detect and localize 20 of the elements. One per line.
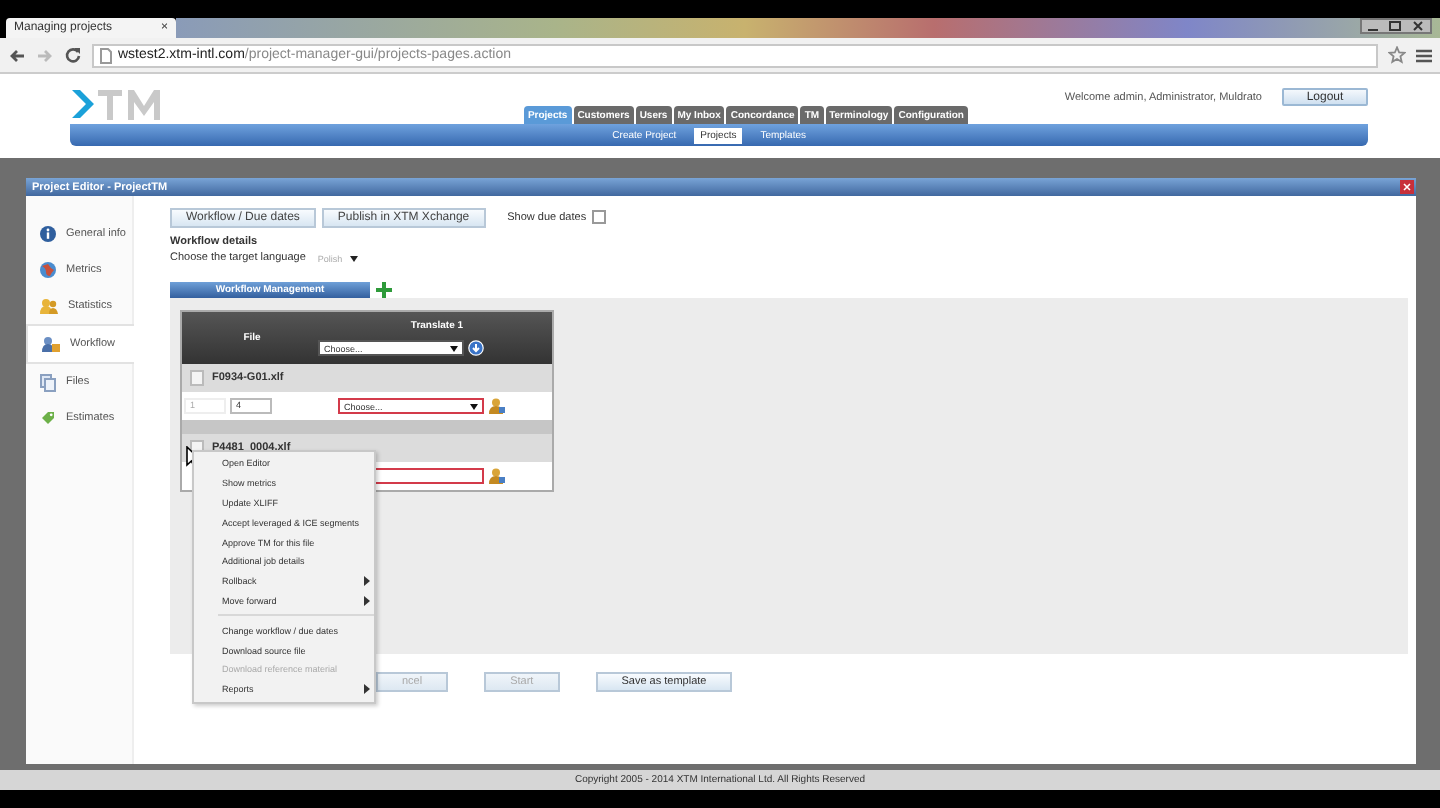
info-icon (40, 226, 56, 242)
globe-icon (40, 262, 56, 278)
menu-icon[interactable] (1416, 47, 1432, 63)
page-icon (100, 47, 112, 63)
user-icon[interactable] (488, 468, 506, 484)
user-icon[interactable] (488, 398, 506, 414)
back-icon[interactable] (8, 47, 26, 63)
people-icon (40, 298, 58, 314)
workflow-icon (42, 336, 60, 352)
close-icon[interactable] (1400, 180, 1414, 194)
add-icon[interactable] (376, 282, 392, 298)
show-due-dates-checkbox[interactable] (592, 210, 607, 224)
submenu-arrow-icon (364, 684, 370, 695)
tag-icon (40, 410, 56, 426)
files-icon (40, 373, 56, 391)
reload-icon[interactable] (64, 46, 82, 64)
star-icon[interactable] (1388, 46, 1406, 64)
window-controls-icon[interactable] (1360, 18, 1432, 34)
apply-down-icon[interactable] (468, 340, 484, 356)
file-checkbox[interactable] (190, 370, 204, 386)
